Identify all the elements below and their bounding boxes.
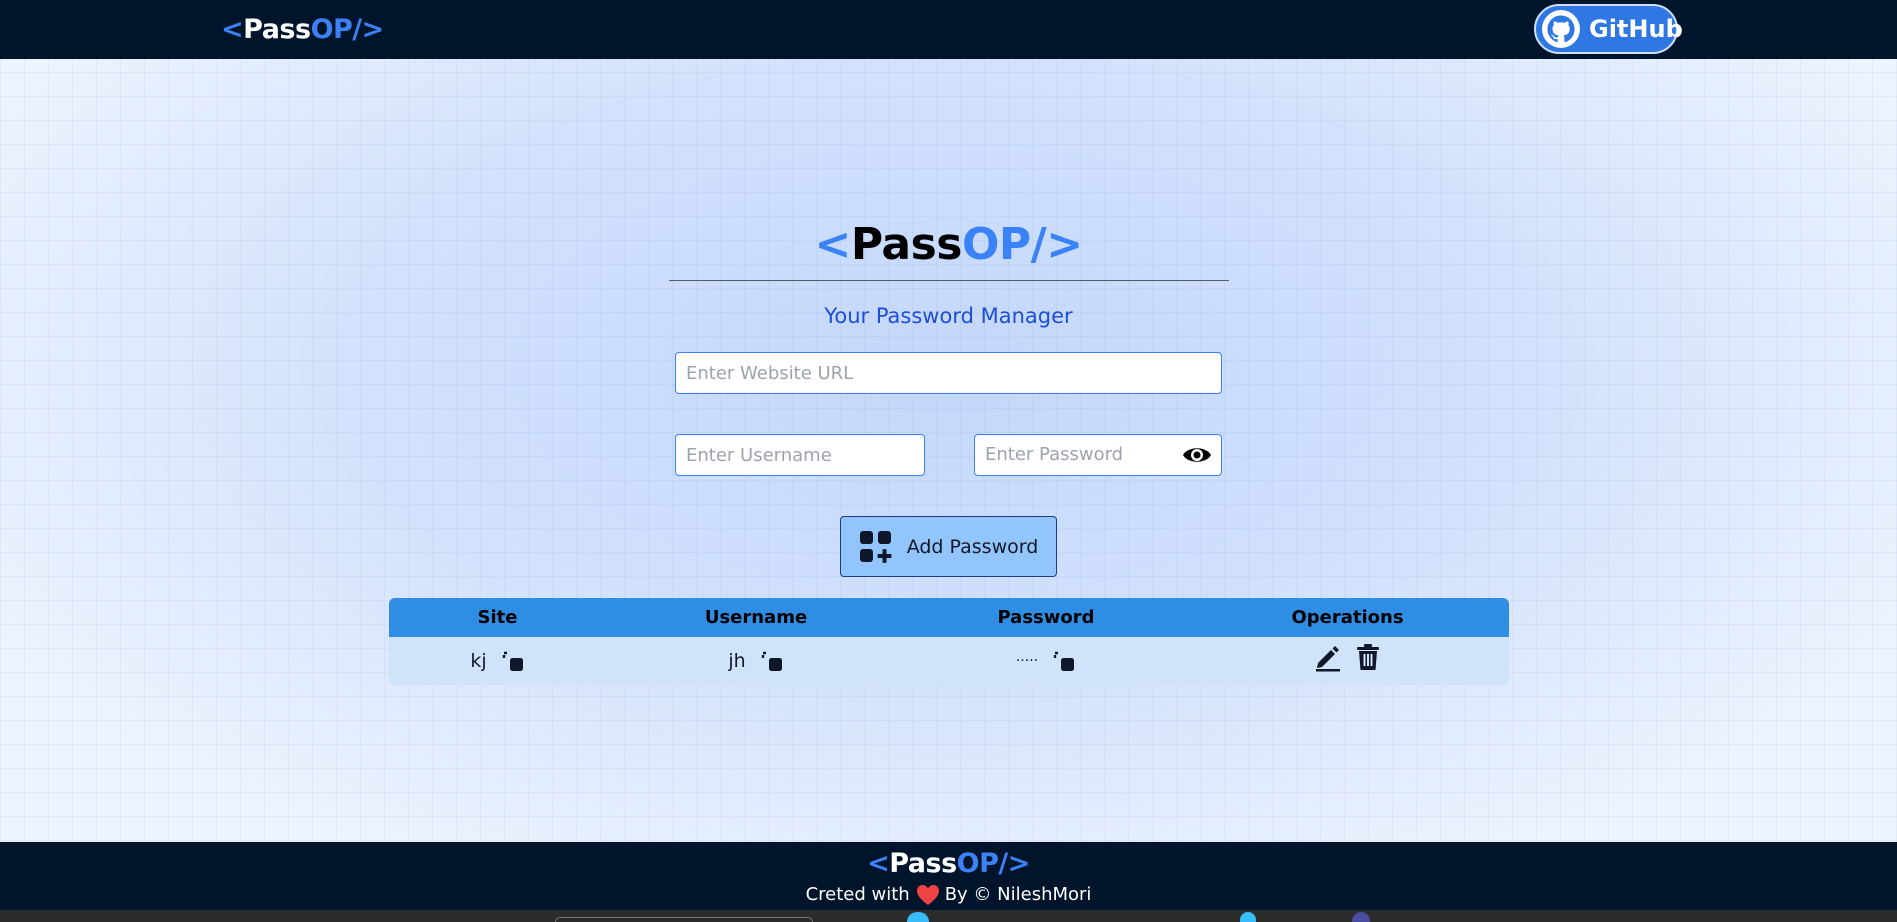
password-cell: ····· (906, 637, 1186, 685)
taskbar-app-icon[interactable] (1352, 912, 1370, 922)
eye-icon[interactable] (1181, 441, 1213, 469)
add-password-label: Add Password (906, 535, 1039, 558)
taskbar-search[interactable] (555, 917, 813, 922)
credit-suffix: By © NileshMori (944, 884, 1092, 905)
header-username: Username (704, 607, 808, 628)
header-password: Password (997, 607, 1095, 628)
username-value[interactable]: jh (728, 650, 745, 672)
credit-prefix: Creted with (805, 884, 910, 905)
password-input[interactable] (975, 435, 1175, 474)
copy-icon[interactable] (760, 649, 784, 673)
grid-overlay (0, 0, 1897, 922)
github-label: GitHub (1589, 15, 1683, 43)
password-value[interactable]: ····· (1016, 653, 1038, 669)
github-button[interactable]: GitHub (1534, 4, 1683, 54)
username-input[interactable] (675, 434, 925, 476)
table-row: kj jh ····· (389, 637, 1509, 685)
page-subtitle: Your Password Manager (824, 304, 1073, 328)
username-cell: jh (606, 637, 906, 685)
copy-icon[interactable] (501, 649, 525, 673)
footer-logo: <PassOP/> (867, 848, 1030, 879)
github-icon (1541, 9, 1581, 49)
title-divider (669, 280, 1229, 281)
heart-icon (916, 885, 939, 905)
trash-icon[interactable] (1353, 642, 1383, 672)
nav-logo[interactable]: <PassOP/> (221, 13, 384, 47)
passwords-table: Site Username Password Operations kj jh … (389, 598, 1509, 685)
add-password-button[interactable]: Add Password (840, 516, 1057, 577)
header-site: Site (477, 607, 518, 628)
site-url-input[interactable] (675, 352, 1222, 394)
password-field (974, 434, 1222, 476)
site-value[interactable]: kj (470, 650, 486, 672)
navbar: <PassOP/> GitHub (0, 0, 1897, 59)
taskbar-app-icon[interactable] (907, 912, 929, 922)
site-cell: kj (389, 637, 606, 685)
taskbar-app-icon[interactable] (1240, 912, 1256, 922)
header-operations: Operations (1291, 607, 1404, 628)
edit-icon[interactable] (1313, 642, 1343, 672)
add-grid-icon (859, 530, 893, 564)
copy-icon[interactable] (1052, 649, 1076, 673)
operations-cell (1186, 637, 1509, 685)
os-taskbar (0, 910, 1897, 922)
footer: <PassOP/> Creted with By © NileshMori (0, 842, 1897, 910)
page-title: <PassOP/> (814, 219, 1083, 270)
footer-credit: Creted with By © NileshMori (0, 883, 1897, 907)
table-header: Site Username Password Operations (389, 598, 1509, 637)
